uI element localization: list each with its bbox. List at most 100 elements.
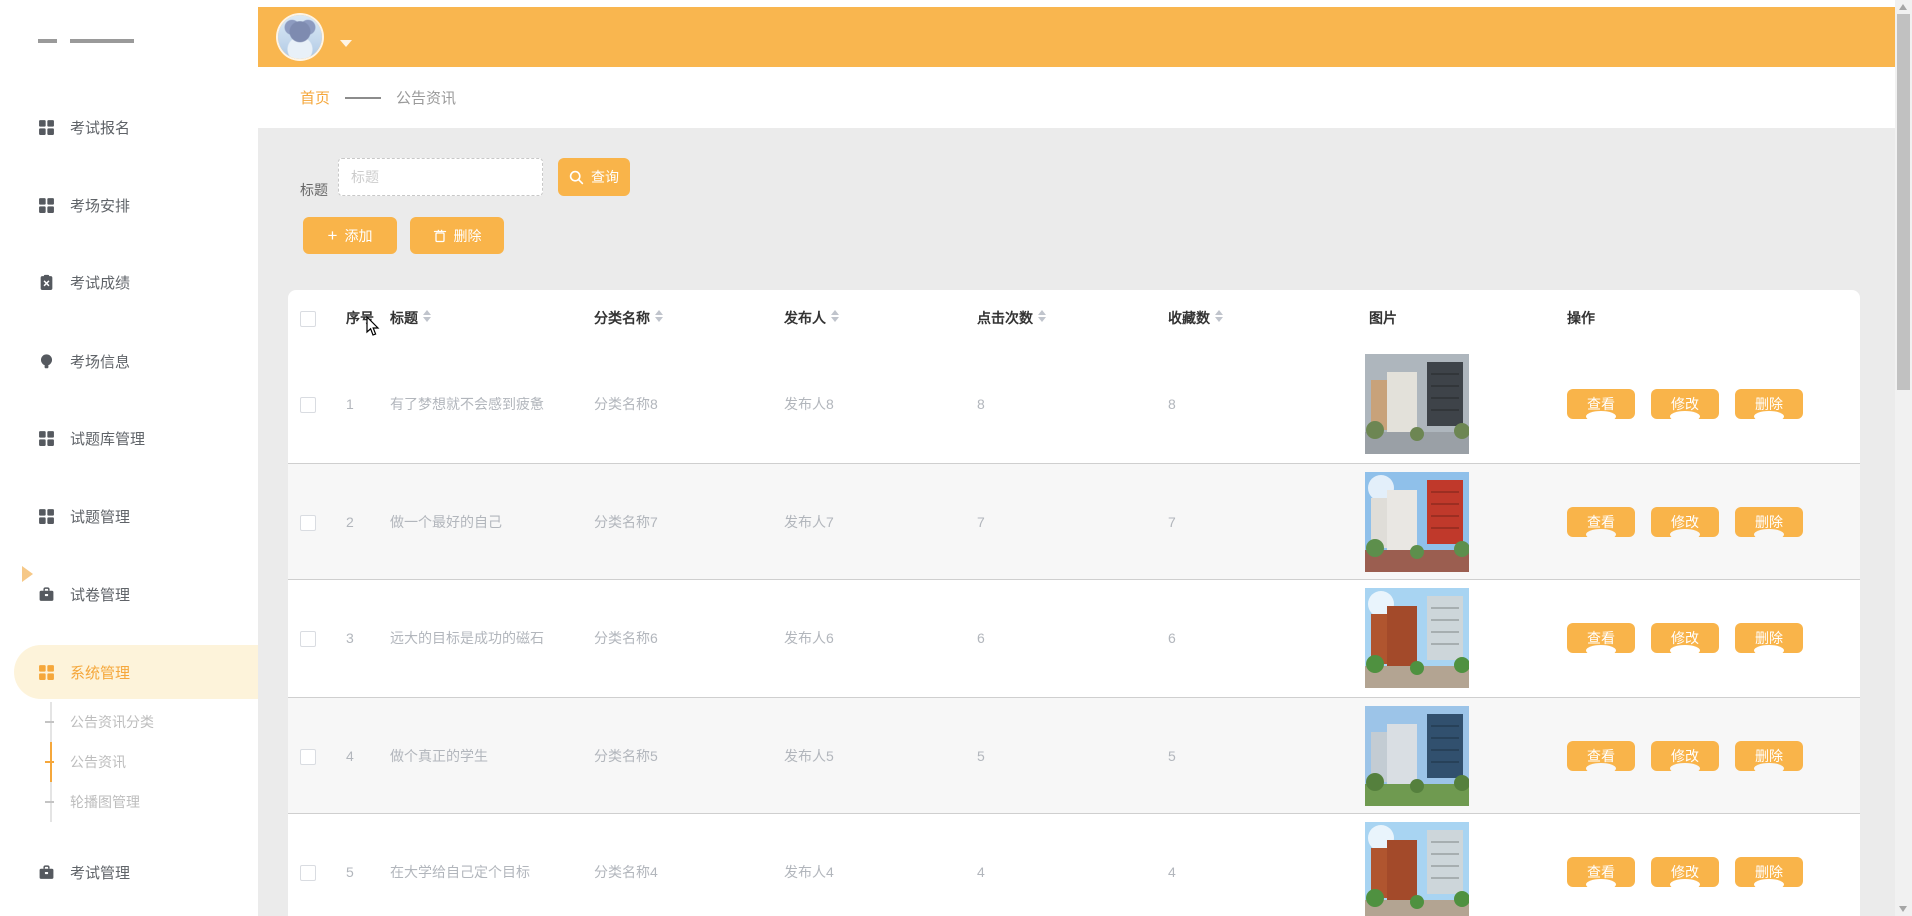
cell-index: 3 <box>346 580 354 697</box>
delete-row-button[interactable]: 删除 <box>1735 623 1803 653</box>
query-button[interactable]: 查询 <box>558 158 630 196</box>
view-button[interactable]: 查看 <box>1567 623 1635 653</box>
grid-icon <box>38 664 55 681</box>
sidebar-item-label: 试题管理 <box>70 506 130 527</box>
edit-button[interactable]: 修改 <box>1651 389 1719 419</box>
delete-row-button[interactable]: 删除 <box>1735 507 1803 537</box>
sidebar-subitem-轮播图管理[interactable]: 轮播图管理 <box>62 782 140 822</box>
scroll-down-arrow-icon[interactable] <box>1899 906 1907 912</box>
breadcrumb-home-link[interactable]: 首页 <box>300 87 330 108</box>
sort-icon[interactable] <box>1038 310 1046 322</box>
view-button[interactable]: 查看 <box>1567 741 1635 771</box>
clipped-icon <box>38 39 57 43</box>
sidebar-subitem-公告资讯分类[interactable]: 公告资讯分类 <box>62 702 154 742</box>
sidebar-subitem-公告资讯[interactable]: 公告资讯 <box>62 742 126 782</box>
grid-icon <box>38 430 55 447</box>
column-header-category[interactable]: 分类名称 <box>594 290 663 346</box>
column-header-actions: 操作 <box>1567 290 1595 346</box>
row-actions: 查看修改删除 <box>1567 507 1803 539</box>
data-table: 序号 标题 分类名称 发布人 点击次数 收藏数 图片 操作 1 有了梦想就不会感 <box>288 290 1860 916</box>
sidebar-item-label: 考试成绩 <box>70 272 130 293</box>
search-icon <box>569 170 584 185</box>
row-photo-image <box>1365 354 1469 454</box>
row-checkbox[interactable] <box>300 515 316 531</box>
chevron-down-icon[interactable] <box>340 40 352 47</box>
sidebar-item-label: 考场安排 <box>70 195 130 216</box>
column-header-photo: 图片 <box>1369 290 1397 346</box>
sidebar-item-试题管理[interactable]: 试题管理 <box>0 493 258 539</box>
edit-button[interactable]: 修改 <box>1651 507 1719 537</box>
query-button-label: 查询 <box>591 167 619 187</box>
cell-title: 远大的目标是成功的磁石 <box>390 580 544 697</box>
sort-icon[interactable] <box>1215 310 1223 322</box>
grid-icon <box>38 508 55 525</box>
sidebar-item-label: 考场信息 <box>70 351 130 372</box>
clipped-label <box>70 39 134 43</box>
sidebar-item-label: 系统管理 <box>70 662 130 683</box>
top-header-bar <box>258 7 1895 67</box>
main-area: 首页 公告资讯 标题 查询 + 添加 删除 <box>258 0 1895 916</box>
user-avatar[interactable] <box>278 15 322 59</box>
row-actions: 查看修改删除 <box>1567 857 1803 889</box>
sidebar-item-考场信息[interactable]: 考场信息 <box>0 338 258 384</box>
column-header-publisher[interactable]: 发布人 <box>784 290 839 346</box>
table-row: 5 在大学给自己定个目标 分类名称4 发布人4 4 4 查看修改删除 <box>288 814 1860 916</box>
edit-button[interactable]: 修改 <box>1651 623 1719 653</box>
cell-category: 分类名称7 <box>594 464 658 581</box>
sort-icon[interactable] <box>655 310 663 322</box>
grid-icon <box>38 119 55 136</box>
view-button[interactable]: 查看 <box>1567 507 1635 537</box>
view-button[interactable]: 查看 <box>1567 857 1635 887</box>
row-actions: 查看修改删除 <box>1567 389 1803 421</box>
sidebar-item-label: 试卷管理 <box>70 584 130 605</box>
table-row: 1 有了梦想就不会感到疲惫 分类名称8 发布人8 8 8 查看修改删除 <box>288 346 1860 463</box>
column-header-favorites[interactable]: 收藏数 <box>1168 290 1223 346</box>
sidebar-item-试卷管理[interactable]: 试卷管理 <box>0 571 258 617</box>
cell-clicks: 8 <box>977 346 985 463</box>
column-header-clicks[interactable]: 点击次数 <box>977 290 1046 346</box>
row-checkbox[interactable] <box>300 397 316 413</box>
delete-row-button[interactable]: 删除 <box>1735 389 1803 419</box>
sidebar-item-考试管理[interactable]: 考试管理 <box>0 849 258 895</box>
cell-index: 1 <box>346 346 354 463</box>
sort-icon[interactable] <box>831 310 839 322</box>
edit-button[interactable]: 修改 <box>1651 741 1719 771</box>
plus-icon: + <box>328 227 338 244</box>
sidebar-item-考场安排[interactable]: 考场安排 <box>0 182 258 228</box>
row-checkbox[interactable] <box>300 631 316 647</box>
scroll-up-arrow-icon[interactable] <box>1899 4 1907 10</box>
cell-category: 分类名称6 <box>594 580 658 697</box>
sidebar-item-考试成绩[interactable]: 考试成绩 <box>0 259 258 305</box>
cell-clicks: 6 <box>977 580 985 697</box>
row-checkbox[interactable] <box>300 865 316 881</box>
search-input[interactable] <box>338 158 543 196</box>
column-header-title[interactable]: 标题 <box>390 290 431 346</box>
delete-row-button[interactable]: 删除 <box>1735 741 1803 771</box>
cell-favorites: 4 <box>1168 814 1176 916</box>
sidebar: 考试报名考场安排考试成绩考场信息试题库管理试题管理试卷管理系统管理公告资讯分类公… <box>0 0 258 916</box>
view-button[interactable]: 查看 <box>1567 389 1635 419</box>
sidebar-item-clipped[interactable] <box>0 36 258 46</box>
briefcase-icon <box>38 864 55 881</box>
breadcrumb: 首页 公告资讯 <box>258 67 1895 128</box>
add-button[interactable]: + 添加 <box>303 217 397 254</box>
sidebar-item-系统管理[interactable]: 系统管理 <box>14 645 258 699</box>
sidebar-item-label: 考试管理 <box>70 862 130 883</box>
sidebar-item-试题库管理[interactable]: 试题库管理 <box>0 415 258 461</box>
search-field-label: 标题 <box>300 171 328 209</box>
edit-button[interactable]: 修改 <box>1651 857 1719 887</box>
sort-icon[interactable] <box>423 310 431 322</box>
cell-index: 2 <box>346 464 354 581</box>
row-checkbox[interactable] <box>300 749 316 765</box>
cell-favorites: 5 <box>1168 698 1176 815</box>
scrollbar-thumb[interactable] <box>1897 14 1910 390</box>
cell-title: 有了梦想就不会感到疲惫 <box>390 346 544 463</box>
delete-row-button[interactable]: 删除 <box>1735 857 1803 887</box>
sidebar-item-考试报名[interactable]: 考试报名 <box>0 104 258 150</box>
trash-icon <box>433 228 447 243</box>
vertical-scrollbar[interactable] <box>1895 0 1912 916</box>
delete-button[interactable]: 删除 <box>410 217 504 254</box>
cell-title: 做个真正的学生 <box>390 698 488 815</box>
column-header-index: 序号 <box>346 290 374 346</box>
select-all-checkbox[interactable] <box>300 311 316 327</box>
